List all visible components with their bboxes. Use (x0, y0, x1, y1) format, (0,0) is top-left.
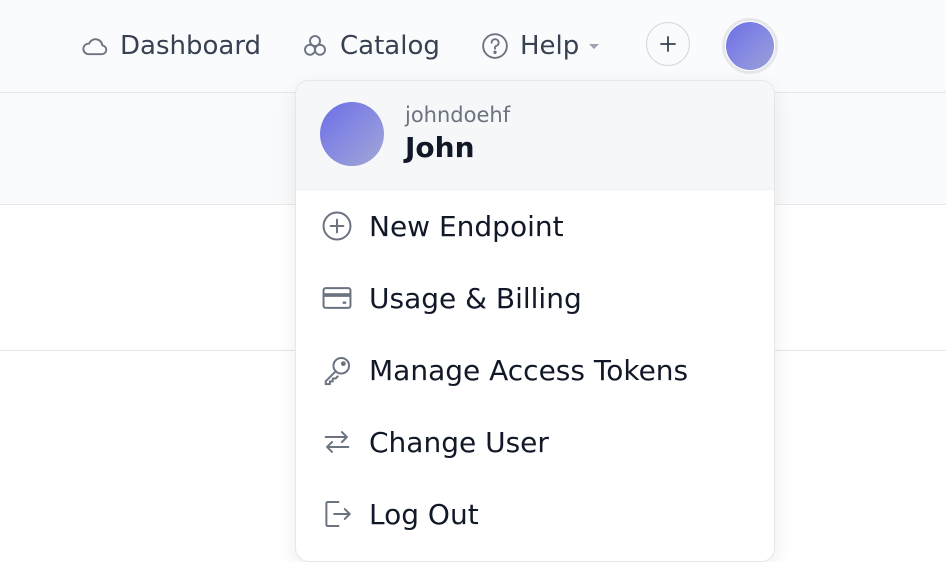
menu-item-label: Manage Access Tokens (369, 353, 689, 387)
key-icon (320, 353, 354, 387)
menu-item-label: Log Out (369, 497, 479, 531)
menu-item-label: New Endpoint (369, 209, 564, 243)
nav-dashboard-link[interactable]: Dashboard (80, 27, 261, 65)
logout-icon (320, 497, 354, 531)
profile-username: johndoehf (405, 103, 511, 127)
nav-catalog-label: Catalog (340, 31, 440, 61)
nav-catalog-link[interactable]: Catalog (300, 27, 440, 65)
help-circle-icon (480, 31, 510, 61)
menu-item-change-user[interactable]: Change User (296, 410, 774, 474)
nav-help-label: Help (520, 31, 580, 61)
user-profile-header: johndoehf John (296, 81, 774, 190)
menu-item-log-out[interactable]: Log Out (296, 482, 774, 546)
menu-item-new-endpoint[interactable]: New Endpoint (296, 194, 774, 258)
cloud-icon (80, 31, 110, 61)
menu-item-access-tokens[interactable]: Manage Access Tokens (296, 338, 774, 402)
plus-circle-icon (320, 209, 354, 243)
user-menu-button[interactable] (722, 18, 778, 74)
menu-item-label: Change User (369, 425, 549, 459)
nav-help-dropdown[interactable]: Help (480, 27, 601, 65)
credit-card-icon (320, 281, 354, 315)
nav-dashboard-label: Dashboard (120, 31, 262, 61)
chevron-down-icon (587, 41, 601, 51)
menu-item-usage-billing[interactable]: Usage & Billing (296, 266, 774, 330)
user-dropdown-menu: johndoehf John New Endpoint Usage & Bill… (295, 80, 775, 562)
switch-arrows-icon (320, 425, 354, 459)
new-item-button[interactable] (646, 22, 690, 66)
plus-icon (660, 36, 676, 52)
profile-avatar (320, 102, 384, 166)
profile-display-name: John (405, 131, 475, 164)
menu-item-label: Usage & Billing (369, 281, 582, 315)
catalog-icon (300, 31, 330, 61)
user-avatar (726, 22, 774, 70)
